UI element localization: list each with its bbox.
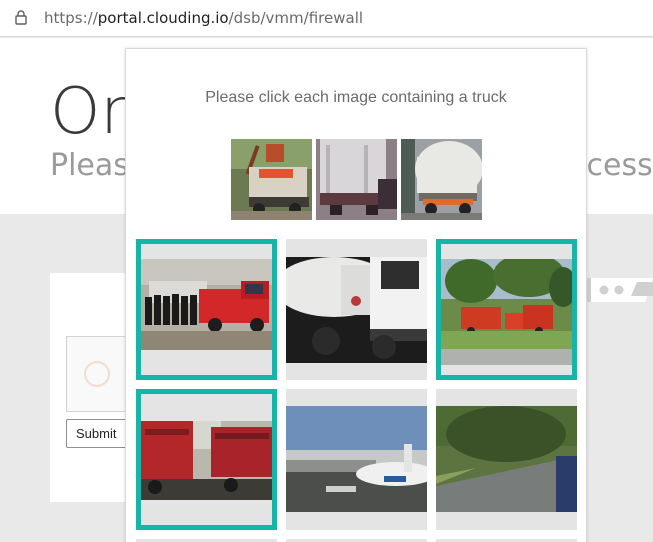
url-text[interactable]: https://portal.clouding.io/dsb/vmm/firew…: [44, 9, 363, 27]
example-image-dump-truck: [231, 139, 312, 220]
url-path: /dsb/vmm/firewall: [228, 9, 364, 27]
address-bar[interactable]: https://portal.clouding.io/dsb/vmm/firew…: [0, 0, 653, 37]
lock-icon: [15, 10, 27, 25]
captcha-spinner-icon: [84, 361, 110, 387]
tile-fire-trucks-on-grass[interactable]: [436, 239, 577, 380]
tile-airplane-at-airport[interactable]: [286, 389, 427, 530]
tile-red-trucks-on-road[interactable]: [136, 389, 277, 530]
url-domain: portal.clouding.io: [97, 9, 229, 27]
tile-fire-truck-with-people[interactable]: [136, 239, 277, 380]
tile-tanker-closeup[interactable]: [286, 239, 427, 380]
challenge-prompt: Please click each image containing a tru…: [205, 89, 507, 106]
submit-button[interactable]: Submit: [66, 419, 128, 448]
url-prefix: https://: [44, 9, 98, 27]
page-decoration-icon: [585, 278, 653, 302]
tile-blurry-road-scene[interactable]: [436, 389, 577, 530]
example-image-box-truck: [316, 139, 397, 220]
captcha-challenge-modal: Please click each image containing a tru…: [125, 48, 587, 542]
example-image-tanker-truck: [401, 139, 482, 220]
